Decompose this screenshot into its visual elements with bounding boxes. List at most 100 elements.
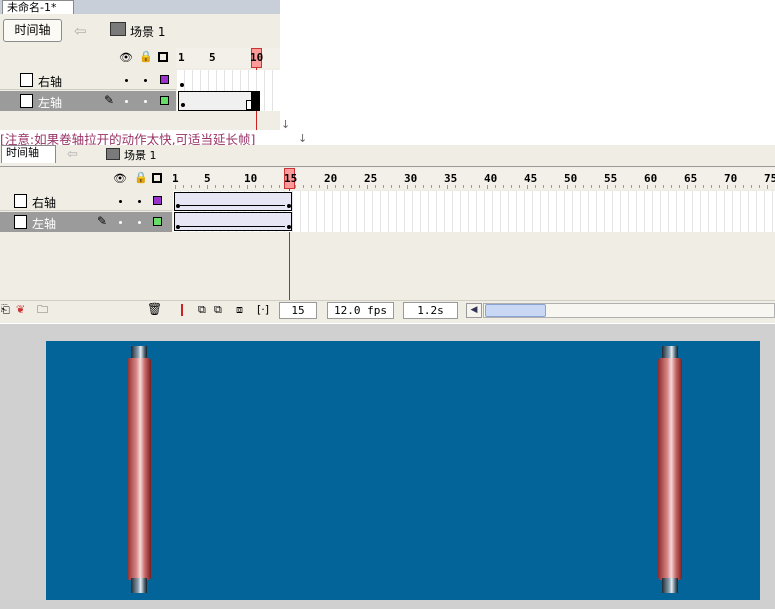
bottom-ruler-number: 75 — [764, 172, 775, 185]
add-folder-icon[interactable]: 🗀 — [37, 304, 48, 316]
tween-span[interactable] — [174, 192, 292, 211]
modify-onion-markers-icon[interactable]: [·] — [257, 304, 269, 316]
keyframe[interactable] — [180, 83, 184, 87]
layer-color-swatch[interactable] — [160, 96, 169, 105]
ruler-tick — [391, 185, 392, 188]
bottom-ruler-number: 65 — [684, 172, 698, 185]
layer-color-swatch[interactable] — [153, 217, 162, 226]
left-roller-bottom-cap[interactable] — [131, 578, 147, 593]
ruler-tick — [511, 185, 512, 188]
ruler-tick — [279, 185, 280, 188]
ruler-tick — [679, 185, 680, 188]
ruler-tick — [327, 185, 328, 189]
ruler-tick — [223, 185, 224, 188]
lock-icon[interactable]: 🔒 — [134, 171, 148, 184]
ruler-tick — [423, 185, 424, 188]
timeline-button-label: 时间轴 — [14, 23, 51, 37]
edit-multiple-frames-icon[interactable]: ⧈ — [236, 304, 243, 316]
ruler-tick — [215, 185, 216, 188]
visible-dot[interactable] — [119, 221, 122, 224]
onion-outline-icon[interactable]: ⧉ — [214, 304, 222, 316]
left-roller[interactable] — [127, 358, 151, 580]
eye-icon[interactable]: 👁 — [119, 51, 133, 64]
timeline-button[interactable]: 时间轴 — [3, 19, 62, 42]
timeline-tab[interactable]: 时间轴 — [1, 145, 56, 163]
keyframe[interactable] — [287, 204, 291, 208]
ruler-tick — [583, 185, 584, 188]
scroll-left-button[interactable]: ◀ — [466, 303, 482, 318]
top-frame-ruler — [176, 48, 280, 68]
lock-icon[interactable]: 🔒 — [139, 50, 153, 63]
right-roller[interactable] — [658, 358, 682, 580]
top-ruler-number: 10 — [250, 51, 264, 64]
bottom-ruler-number: 60 — [644, 172, 658, 185]
ruler-tick — [663, 185, 664, 188]
tween-span[interactable] — [174, 212, 292, 231]
bottom-ruler-number: 1 — [172, 172, 179, 185]
scrollbar-thumb[interactable] — [485, 304, 546, 317]
ruler-tick — [335, 185, 336, 188]
ruler-tick — [615, 185, 616, 188]
ruler-tick — [295, 185, 296, 188]
ruler-tick — [735, 185, 736, 188]
keyframe[interactable] — [181, 103, 185, 107]
top-tab-strip: 未命名-1* — [0, 0, 280, 14]
layer-row-selected[interactable]: 左轴 ✎ — [0, 91, 176, 111]
scene-icon — [106, 148, 120, 160]
layer-color-swatch[interactable] — [153, 196, 162, 205]
bottom-ruler-number: 30 — [404, 172, 418, 185]
ruler-tick — [727, 185, 728, 189]
ruler-tick — [367, 185, 368, 189]
scene-label: 场景 1 — [124, 149, 157, 162]
ruler-tick — [239, 185, 240, 188]
ruler-tick — [495, 185, 496, 188]
keyframe[interactable] — [287, 225, 291, 229]
trash-icon[interactable]: 🗑 — [147, 303, 162, 315]
visible-dot[interactable] — [119, 200, 122, 203]
layer-row-selected[interactable]: 左轴 ✎ — [0, 212, 172, 232]
document-tab[interactable]: 未命名-1* — [2, 0, 74, 14]
ruler-tick — [255, 185, 256, 188]
ruler-tick — [639, 185, 640, 188]
back-arrow-icon[interactable]: ⇦ — [74, 22, 87, 40]
bottom-ruler-number: 20 — [324, 172, 338, 185]
right-roller-bottom-cap[interactable] — [662, 578, 678, 593]
keyframe[interactable] — [176, 225, 180, 229]
center-frame-icon[interactable] — [181, 304, 183, 316]
bottom-ruler-number: 50 — [564, 172, 578, 185]
back-arrow-icon[interactable]: ⇦ — [67, 147, 78, 162]
ruler-tick — [711, 185, 712, 188]
bottom-ruler-number: 15 — [284, 172, 298, 185]
keyframe[interactable] — [176, 204, 180, 208]
visible-dot[interactable] — [125, 100, 128, 103]
ruler-tick — [447, 185, 448, 189]
outline-icon[interactable] — [152, 173, 162, 183]
ruler-tick — [303, 185, 304, 188]
outline-icon[interactable] — [158, 52, 168, 62]
stage-canvas[interactable] — [46, 341, 760, 600]
ruler-tick — [599, 185, 600, 188]
pencil-icon: ✎ — [104, 93, 115, 107]
lock-dot[interactable] — [144, 79, 147, 82]
ruler-tick — [575, 185, 576, 188]
lock-dot[interactable] — [138, 221, 141, 224]
ruler-tick — [175, 185, 176, 189]
selected-keyframe[interactable] — [251, 91, 260, 111]
visible-dot[interactable] — [125, 79, 128, 82]
ruler-tick — [759, 185, 760, 188]
ruler-tick — [191, 185, 192, 188]
bottom-ruler-number: 35 — [444, 172, 458, 185]
lock-dot[interactable] — [144, 100, 147, 103]
onion-skin-icon[interactable]: ⧉ — [198, 304, 206, 316]
ruler-tick — [455, 185, 456, 188]
layer-color-swatch[interactable] — [160, 75, 169, 84]
lock-dot[interactable] — [138, 200, 141, 203]
ruler-tick — [527, 185, 528, 189]
ruler-tick — [487, 185, 488, 189]
layer-row[interactable]: 右轴 — [0, 191, 172, 211]
add-guide-layer-icon[interactable]: ❦ — [16, 304, 25, 316]
layer-row[interactable]: 右轴 — [0, 70, 176, 90]
add-layer-icon[interactable]: ⎗ — [1, 304, 10, 316]
ruler-tick — [567, 185, 568, 189]
eye-icon[interactable]: 👁 — [113, 172, 127, 185]
